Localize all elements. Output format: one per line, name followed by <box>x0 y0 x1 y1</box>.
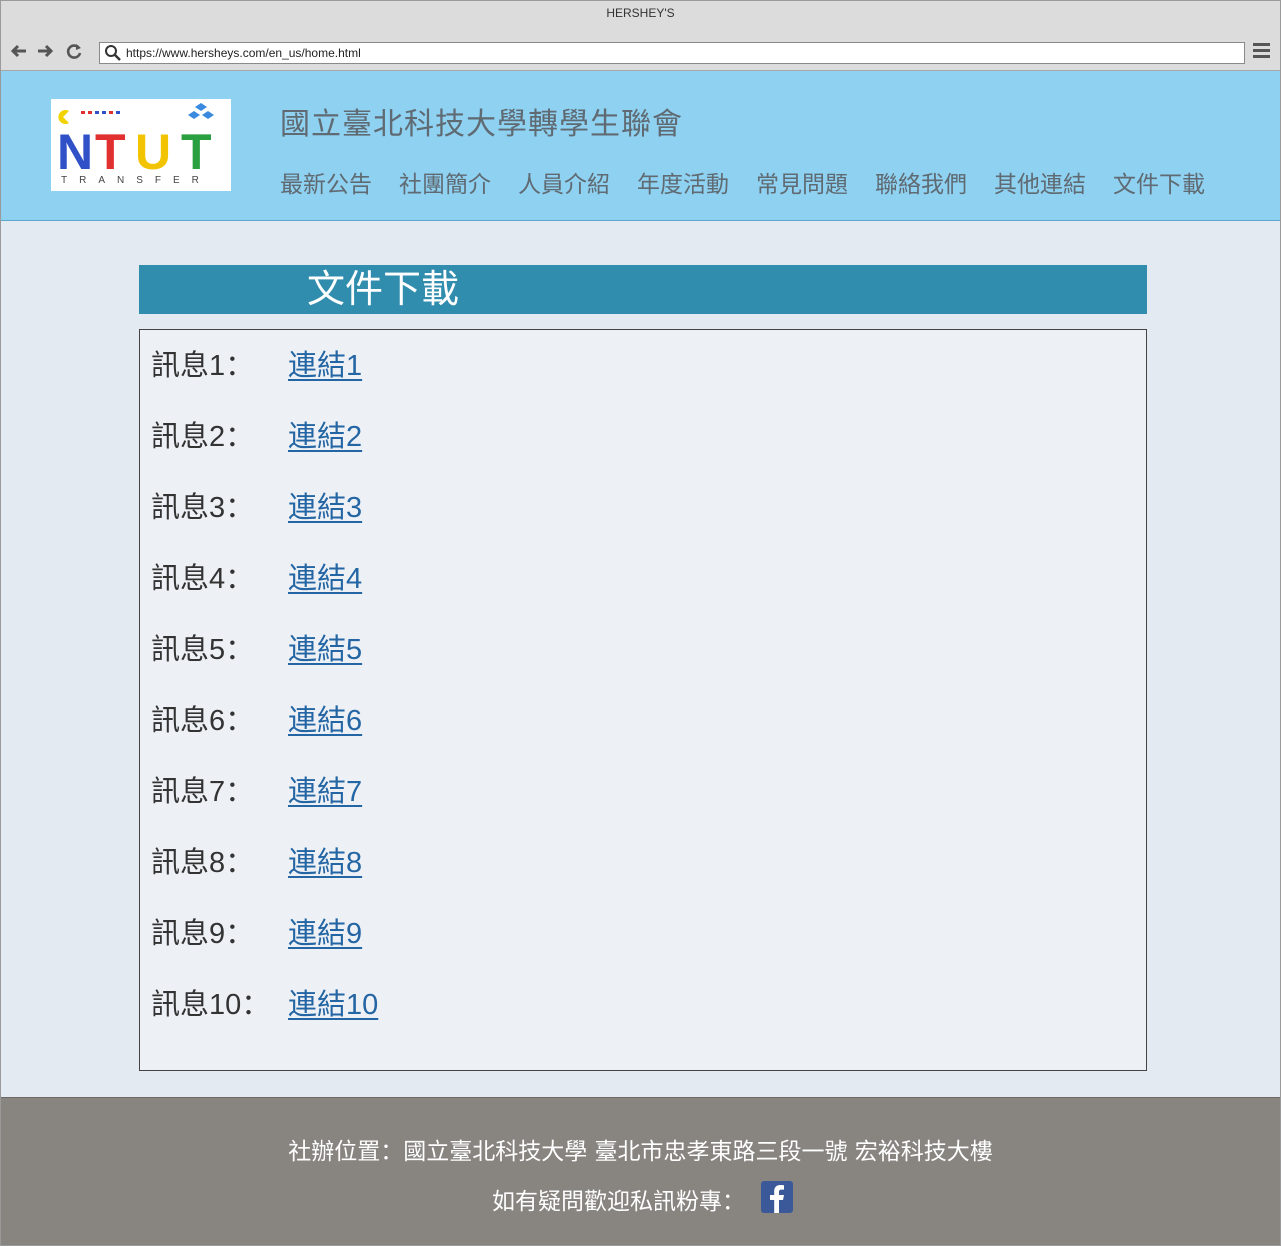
download-list: 訊息1： 連結1 訊息2： 連結2 訊息3： 連結3 訊息4： 連結4 訊息5：… <box>139 329 1147 1071</box>
facebook-glyph <box>770 1185 784 1213</box>
download-link[interactable]: 連結8 <box>288 839 362 881</box>
item-label: 訊息6： <box>151 705 255 737</box>
back-button[interactable] <box>8 41 30 63</box>
item-label: 訊息2： <box>151 421 255 453</box>
browser-window: HERSHEY'S https://www.hersheys.com/en_us… <box>0 0 1281 1246</box>
nav-item-about[interactable]: 社團簡介 <box>399 165 491 199</box>
nav-item-events[interactable]: 年度活動 <box>637 165 729 199</box>
site-footer: 社辦位置：國立臺北科技大學 臺北市忠孝東路三段一號 宏裕科技大樓 如有疑問歡迎私… <box>1 1097 1280 1245</box>
download-link[interactable]: 連結3 <box>288 484 362 526</box>
facebook-icon[interactable] <box>761 1181 793 1213</box>
url-text: https://www.hersheys.com/en_us/home.html <box>126 46 361 60</box>
window-title: HERSHEY'S <box>606 6 675 20</box>
logo-letter-t1: T <box>95 124 126 180</box>
section-header: 文件下載 <box>139 265 1147 314</box>
nav-item-contact[interactable]: 聯絡我們 <box>875 165 967 199</box>
download-link[interactable]: 連結7 <box>288 768 362 810</box>
footer-address: 社辦位置：國立臺北科技大學 臺北市忠孝東路三段一號 宏裕科技大樓 <box>288 1139 993 1165</box>
item-label: 訊息8： <box>151 847 255 879</box>
arrow-left-icon <box>10 44 26 58</box>
hamburger-menu-icon[interactable] <box>1253 43 1273 63</box>
window-titlebar: HERSHEY'S <box>1 1 1280 33</box>
logo-letter-n: N <box>57 124 93 180</box>
logo-subtext: TRANSFER <box>61 175 211 186</box>
download-link[interactable]: 連結6 <box>288 697 362 739</box>
nav-item-news[interactable]: 最新公告 <box>280 165 372 199</box>
nav-item-downloads[interactable]: 文件下載 <box>1113 165 1205 199</box>
footer-contact: 如有疑問歡迎私訊粉專： <box>492 1189 745 1215</box>
item-label: 訊息1： <box>151 350 255 382</box>
browser-toolbar: https://www.hersheys.com/en_us/home.html <box>1 33 1280 71</box>
item-label: 訊息9： <box>151 918 255 950</box>
main-nav: 最新公告 社團簡介 人員介紹 年度活動 常見問題 聯絡我們 其他連結 文件下載 <box>280 165 1232 199</box>
reload-icon <box>66 44 82 59</box>
address-bar[interactable]: https://www.hersheys.com/en_us/home.html <box>99 42 1245 64</box>
download-link[interactable]: 連結1 <box>288 342 362 384</box>
nav-item-members[interactable]: 人員介紹 <box>518 165 610 199</box>
item-label: 訊息5： <box>151 634 255 666</box>
nav-item-faq[interactable]: 常見問題 <box>756 165 848 199</box>
item-label: 訊息4： <box>151 563 255 595</box>
download-link[interactable]: 連結2 <box>288 413 362 455</box>
download-link[interactable]: 連結4 <box>288 555 362 597</box>
item-label: 訊息3： <box>151 492 255 524</box>
item-label: 訊息7： <box>151 776 255 808</box>
ntut-transfer-logo[interactable]: N T U T TRANSFER <box>51 99 231 191</box>
logo-graphic: N T U T TRANSFER <box>57 103 214 186</box>
forward-button[interactable] <box>34 41 56 63</box>
download-link[interactable]: 連結5 <box>288 626 362 668</box>
nav-item-links[interactable]: 其他連結 <box>994 165 1086 199</box>
download-link[interactable]: 連結10 <box>288 981 378 1023</box>
section-title: 文件下載 <box>307 267 460 311</box>
reload-button[interactable] <box>63 41 85 63</box>
logo-letter-u: U <box>135 124 171 180</box>
item-label: 訊息10： <box>151 989 271 1021</box>
search-icon <box>105 45 121 61</box>
logo-letter-t2: T <box>181 124 212 180</box>
download-link[interactable]: 連結9 <box>288 910 362 952</box>
site-title: 國立臺北科技大學轉學生聯會 <box>280 107 683 142</box>
site-header: N T U T TRANSFER 國立臺北科技大學轉學生聯會 最新公告 社團簡介… <box>1 71 1280 221</box>
arrow-right-icon <box>38 44 54 58</box>
